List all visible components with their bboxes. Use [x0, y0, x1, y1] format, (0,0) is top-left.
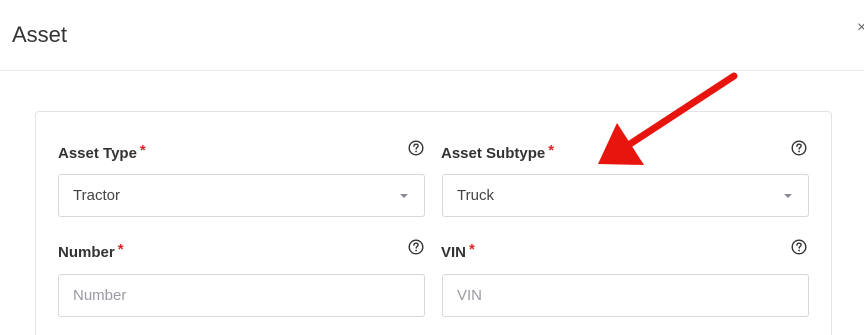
vin-label-text: VIN: [441, 244, 467, 261]
help-icon[interactable]: [791, 140, 807, 156]
vin-label: VIN *: [441, 241, 475, 262]
required-asterisk: *: [548, 142, 555, 159]
required-asterisk: *: [469, 241, 475, 258]
caret-down-icon: [400, 194, 408, 198]
number-label: Number *: [58, 241, 124, 262]
asset-subtype-label: Asset Subtype *: [441, 142, 555, 163]
help-icon[interactable]: [408, 239, 424, 255]
help-icon[interactable]: [408, 140, 424, 156]
number-input[interactable]: [59, 275, 424, 316]
help-icon[interactable]: [791, 239, 807, 255]
close-icon[interactable]: ×: [857, 20, 864, 36]
vin-field[interactable]: [442, 274, 809, 317]
vin-input[interactable]: [443, 275, 808, 316]
required-asterisk: *: [117, 241, 124, 258]
asset-subtype-value: Truck: [457, 187, 494, 204]
asset-subtype-select[interactable]: Truck: [442, 174, 809, 217]
number-field[interactable]: [58, 274, 425, 317]
asset-form-card: Asset Type * Tractor Asset Subtype * Truck…: [35, 111, 832, 335]
modal-title: Asset: [12, 22, 68, 47]
caret-down-icon: [784, 194, 792, 198]
asset-type-label-text: Asset Type: [58, 145, 137, 162]
asset-type-select[interactable]: Tractor: [58, 174, 425, 217]
asset-type-label: Asset Type *: [58, 142, 146, 163]
number-label-text: Number: [58, 244, 115, 261]
modal-header: Asset ×: [0, 0, 864, 71]
asset-subtype-label-text: Asset Subtype: [441, 145, 546, 162]
asset-type-value: Tractor: [73, 187, 120, 204]
asset-modal: Asset × Asset Type * Tractor Asset Subtyp…: [0, 0, 864, 335]
required-asterisk: *: [139, 142, 146, 159]
